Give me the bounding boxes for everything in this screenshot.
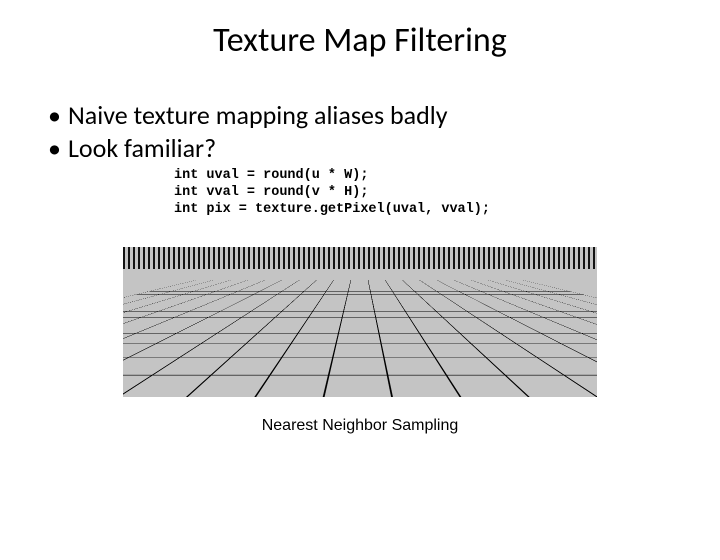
bullet-item: Look familiar?: [48, 132, 720, 165]
code-line: int pix = texture.getPixel(uval, vval);: [174, 202, 490, 217]
code-block: int uval = round(u * W); int vval = roun…: [174, 168, 720, 219]
perspective-scene: [123, 247, 597, 397]
bullet-item: Naive texture mapping aliases badly: [48, 99, 720, 132]
code-line: int uval = round(u * W);: [174, 168, 368, 183]
checker-plane: [123, 280, 597, 397]
figure-aliasing-grid: [123, 247, 597, 397]
code-line: int vval = round(v * H);: [174, 185, 368, 200]
figure-caption: Nearest Neighbor Sampling: [0, 417, 720, 435]
bullet-list: Naive texture mapping aliases badly Look…: [48, 99, 720, 164]
slide-title: Texture Map Filtering: [0, 20, 720, 61]
